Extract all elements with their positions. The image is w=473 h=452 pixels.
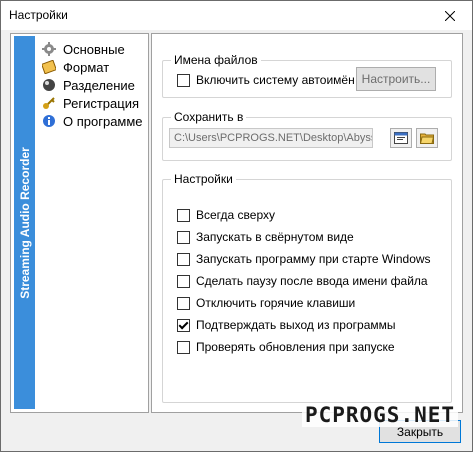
option-label: Проверять обновления при запуске xyxy=(196,340,395,354)
open-folder-icon xyxy=(420,133,434,144)
option-checkbox[interactable] xyxy=(177,318,190,332)
option-check-updates[interactable]: Проверять обновления при запуске xyxy=(177,339,395,355)
auto-name-label: Включить систему автоимён xyxy=(196,73,355,87)
option-always-on-top[interactable]: Всегда сверху xyxy=(177,207,275,223)
open-folder-button[interactable] xyxy=(416,128,438,148)
settings-group: Настройки Всегда сверху Запускать в свёр… xyxy=(162,172,452,403)
save-group: Сохранить в C:\Users\PCPROGS.NET\Desktop… xyxy=(162,110,452,161)
filenames-group: Имена файлов Включить систему автоимён Н… xyxy=(162,53,452,98)
nav-item-label: Формат xyxy=(63,59,110,75)
option-disable-hotkeys[interactable]: Отключить горячие клавиши xyxy=(177,295,355,311)
nav-item-about[interactable]: О программе xyxy=(41,112,143,130)
key-icon xyxy=(41,95,57,111)
option-start-with-windows[interactable]: Запускать программу при старте Windows xyxy=(177,251,431,267)
nav-item-registration[interactable]: Регистрация xyxy=(41,94,143,112)
nav-item-format[interactable]: Формат xyxy=(41,58,143,76)
nav-item-label: Разделение xyxy=(63,77,135,93)
option-checkbox[interactable] xyxy=(177,296,190,310)
gear-icon xyxy=(41,41,57,57)
filenames-group-title: Имена файлов xyxy=(171,53,261,67)
option-label: Подтверждать выход из программы xyxy=(196,318,396,332)
note-icon xyxy=(41,59,57,75)
close-button[interactable]: Закрыть xyxy=(379,420,461,443)
title-bar[interactable]: Настройки xyxy=(1,1,472,30)
settings-window: Настройки Streaming Audio Recorder Основ… xyxy=(0,0,473,452)
option-label: Запускать в свёрнутом виде xyxy=(196,230,354,244)
option-label: Всегда сверху xyxy=(196,208,275,222)
option-checkbox[interactable] xyxy=(177,208,190,222)
nav-list: Основные Формат Разделение Регистрация О… xyxy=(41,40,143,130)
option-pause-after-filename[interactable]: Сделать паузу после ввода имени файла xyxy=(177,273,428,289)
nav-item-split[interactable]: Разделение xyxy=(41,76,143,94)
nav-item-general[interactable]: Основные xyxy=(41,40,143,58)
option-checkbox[interactable] xyxy=(177,340,190,354)
window-close-button[interactable] xyxy=(428,1,472,30)
auto-name-checkbox-row[interactable]: Включить систему автоимён xyxy=(177,72,355,88)
option-checkbox[interactable] xyxy=(177,230,190,244)
side-banner: Streaming Audio Recorder xyxy=(14,36,35,409)
option-label: Запускать программу при старте Windows xyxy=(196,252,431,266)
option-confirm-exit[interactable]: Подтверждать выход из программы xyxy=(177,317,396,333)
side-banner-text: Streaming Audio Recorder xyxy=(17,146,32,299)
split-icon xyxy=(41,77,57,93)
browse-folder-button[interactable] xyxy=(390,128,412,148)
nav-panel: Streaming Audio Recorder Основные Формат… xyxy=(10,33,149,413)
option-label: Сделать паузу после ввода имени файла xyxy=(196,274,428,288)
close-icon xyxy=(445,10,455,21)
auto-name-checkbox[interactable] xyxy=(177,73,190,87)
save-group-title: Сохранить в xyxy=(171,110,247,124)
configure-button[interactable]: Настроить... xyxy=(356,67,436,91)
option-checkbox[interactable] xyxy=(177,252,190,266)
browse-folder-icon xyxy=(394,132,408,144)
save-path-field[interactable]: C:\Users\PCPROGS.NET\Desktop\Abyssm xyxy=(169,128,373,148)
option-label: Отключить горячие клавиши xyxy=(196,296,356,310)
nav-item-label: Регистрация xyxy=(63,95,139,111)
option-start-minimized[interactable]: Запускать в свёрнутом виде xyxy=(177,229,354,245)
nav-item-label: Основные xyxy=(63,41,125,57)
content-panel: Имена файлов Включить систему автоимён Н… xyxy=(151,33,463,413)
option-checkbox[interactable] xyxy=(177,274,190,288)
nav-item-label: О программе xyxy=(63,113,143,129)
info-icon xyxy=(41,113,57,129)
settings-group-title: Настройки xyxy=(171,172,236,186)
window-title: Настройки xyxy=(9,8,68,22)
